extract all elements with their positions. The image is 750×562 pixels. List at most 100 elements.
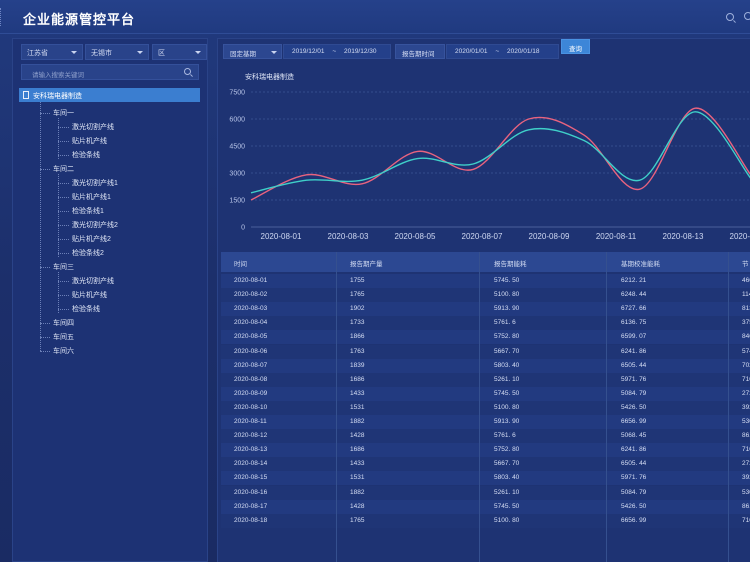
column-header[interactable]: 基期校准能耗	[621, 258, 660, 268]
tree-node-line[interactable]: 贴片机产线	[72, 290, 107, 300]
table-cell: 1433	[350, 389, 365, 397]
search-input[interactable]: 请输入搜索关键词	[21, 64, 199, 80]
table-row[interactable]: 2020-08-12 1428 5761. 6 5068. 45 86.	[221, 429, 750, 444]
table-row[interactable]: 2020-08-15 1531 5803. 40 5971. 76 392	[221, 471, 750, 486]
table-cell: 6599. 07	[621, 333, 647, 341]
x-tick-label: 2020-08-07	[462, 232, 503, 241]
tree-node-line[interactable]: 检验条线	[72, 150, 100, 160]
table-cell: 1765	[350, 291, 365, 299]
column-header[interactable]: 节	[742, 258, 749, 268]
table-cell: 5100. 80	[494, 516, 520, 524]
table-row[interactable]: 2020-08-08 1686 5261. 10 5971. 76 710	[221, 372, 750, 387]
table-cell: 5752. 80	[494, 446, 520, 454]
city-select[interactable]: 无锡市	[85, 44, 149, 60]
table-cell: 813	[742, 305, 750, 313]
base-date-range[interactable]: 2019/12/01 ~ 2019/12/30	[283, 44, 391, 59]
table-row[interactable]: 2020-08-18 1765 5100. 80 6656. 99 710	[221, 513, 750, 528]
tree-node-workshop[interactable]: 车间六	[53, 346, 74, 356]
gear-icon[interactable]	[744, 12, 750, 20]
report-date-range[interactable]: 2020/01/01 ~ 2020/01/18	[446, 44, 559, 59]
menu-handle-icon[interactable]	[0, 8, 3, 26]
tree-node-line[interactable]: 激光切割产线	[72, 122, 114, 132]
table-row[interactable]: 2020-08-16 1882 5261. 10 5084. 79 530	[221, 485, 750, 500]
chevron-down-icon	[195, 51, 201, 54]
tree-node-workshop[interactable]: 车间四	[53, 318, 74, 328]
table-cell: 710	[742, 516, 750, 524]
tree-node-line[interactable]: 激光切割产线1	[72, 178, 118, 188]
tree-node-line[interactable]: 检验条线1	[72, 206, 104, 216]
range-separator: ~	[495, 48, 500, 55]
tree-node-line[interactable]: 激光切割产线	[72, 276, 114, 286]
base-end-date: 2019/12/30	[343, 48, 377, 55]
table-cell: 466	[742, 277, 750, 284]
chevron-down-icon	[271, 51, 277, 54]
search-icon[interactable]	[726, 13, 734, 21]
tree-node-line[interactable]: 激光切割产线2	[72, 220, 118, 230]
column-header[interactable]: 时间	[234, 258, 247, 268]
table-cell: 6505. 44	[621, 460, 647, 468]
query-button[interactable]: 查询	[561, 39, 590, 54]
table-row[interactable]: 2020-08-11 1882 5913. 90 6656. 99 530	[221, 415, 750, 429]
tree-node-line[interactable]: 检验条线	[72, 304, 100, 314]
table-cell: 2020-08-11	[234, 418, 267, 425]
table-cell: 2020-08-04	[234, 319, 268, 327]
table-row[interactable]: 2020-08-10 1531 5100. 80 5426. 50 392	[221, 400, 750, 415]
table-cell: 710	[742, 446, 750, 454]
report-period-label-box: 报告期时间	[395, 44, 445, 59]
tree-node-workshop[interactable]: 车间二	[53, 164, 74, 174]
table-cell: 5752. 80	[494, 333, 520, 341]
table-cell: 2020-08-16	[234, 488, 268, 496]
x-tick-label: 2020-08-03	[328, 232, 369, 241]
search-icon[interactable]	[184, 68, 191, 75]
table-cell: 1839	[350, 361, 365, 369]
table-row[interactable]: 2020-08-14 1433 5667. 70 6505. 44 272	[221, 457, 750, 472]
table-row[interactable]: 2020-08-06 1763 5667. 70 6241. 86 574	[221, 344, 750, 359]
tree-node-line[interactable]: 贴片机产线2	[72, 234, 111, 244]
tree-node-line[interactable]: 贴片机产线1	[72, 192, 111, 202]
tree-node-workshop[interactable]: 车间五	[53, 332, 74, 342]
table-cell: 5745. 50	[494, 277, 520, 284]
table-cell: 5084. 79	[621, 488, 647, 496]
table-cell: 5971. 76	[621, 474, 647, 482]
tree-node-line[interactable]: 检验条线2	[72, 248, 104, 258]
column-divider	[606, 252, 607, 562]
district-select[interactable]: 区	[152, 44, 207, 60]
tree-node-workshop[interactable]: 车间一	[53, 108, 74, 118]
tree-root-node[interactable]: 安科瑞电器制造	[19, 88, 200, 102]
y-tick-label: 7500	[229, 90, 245, 97]
column-header[interactable]: 报告期能耗	[494, 258, 527, 268]
table-row[interactable]: 2020-08-03 1902 5913. 90 6727. 66 813	[221, 302, 750, 317]
table-cell: 1902	[350, 305, 365, 313]
table-cell: 2020-08-06	[234, 347, 268, 355]
table-row[interactable]: 2020-08-17 1428 5745. 50 5426. 50 86.	[221, 499, 750, 514]
table-row[interactable]: 2020-08-13 1686 5752. 80 6241. 86 710	[221, 443, 750, 458]
table-row[interactable]: 2020-08-02 1765 5100. 80 6248. 44 114	[221, 288, 750, 303]
tree-connector	[58, 127, 69, 128]
table-cell: 2020-08-12	[234, 432, 268, 440]
table-row[interactable]: 2020-08-04 1733 5761. 6 6136. 75 375	[221, 316, 750, 331]
table-cell: 272	[742, 460, 750, 468]
x-tick-label: 2020-08-11	[596, 232, 637, 241]
table-row[interactable]: 2020-08-07 1839 5803. 40 6505. 44 702	[221, 358, 750, 373]
base-period-select[interactable]: 固定基期	[223, 44, 282, 59]
tree-connector	[40, 102, 41, 351]
table-row[interactable]: 2020-08-01 1755 5745. 50 6212. 21 466	[221, 274, 750, 288]
energy-table: 时间 报告期产量 报告期能耗 基期校准能耗 节 2020-08-01 1755 5745. …	[221, 252, 750, 562]
table-cell: 5426. 50	[621, 502, 647, 510]
province-select[interactable]: 江苏省	[21, 44, 83, 60]
tree-node-workshop[interactable]: 车间三	[53, 262, 74, 272]
table-cell: 574	[742, 347, 750, 355]
table-row[interactable]: 2020-08-05 1866 5752. 80 6599. 07 846	[221, 330, 750, 345]
table-cell: 1531	[350, 474, 365, 482]
tree-node-line[interactable]: 贴片机产线	[72, 136, 107, 146]
main-panel: 固定基期 2019/12/01 ~ 2019/12/30 报告期时间 2020/…	[217, 38, 750, 562]
column-header[interactable]: 报告期产量	[350, 258, 383, 268]
search-input-placeholder: 请输入搜索关键词	[32, 72, 84, 79]
table-cell: 5745. 50	[494, 389, 520, 397]
column-divider	[728, 252, 729, 562]
chevron-down-icon	[137, 51, 143, 54]
table-cell: 1882	[350, 488, 365, 496]
x-tick-label: 2020-08-09	[529, 232, 570, 241]
table-row[interactable]: 2020-08-09 1433 5745. 50 5084. 79 272	[221, 386, 750, 401]
city-select-value: 无锡市	[91, 50, 112, 57]
